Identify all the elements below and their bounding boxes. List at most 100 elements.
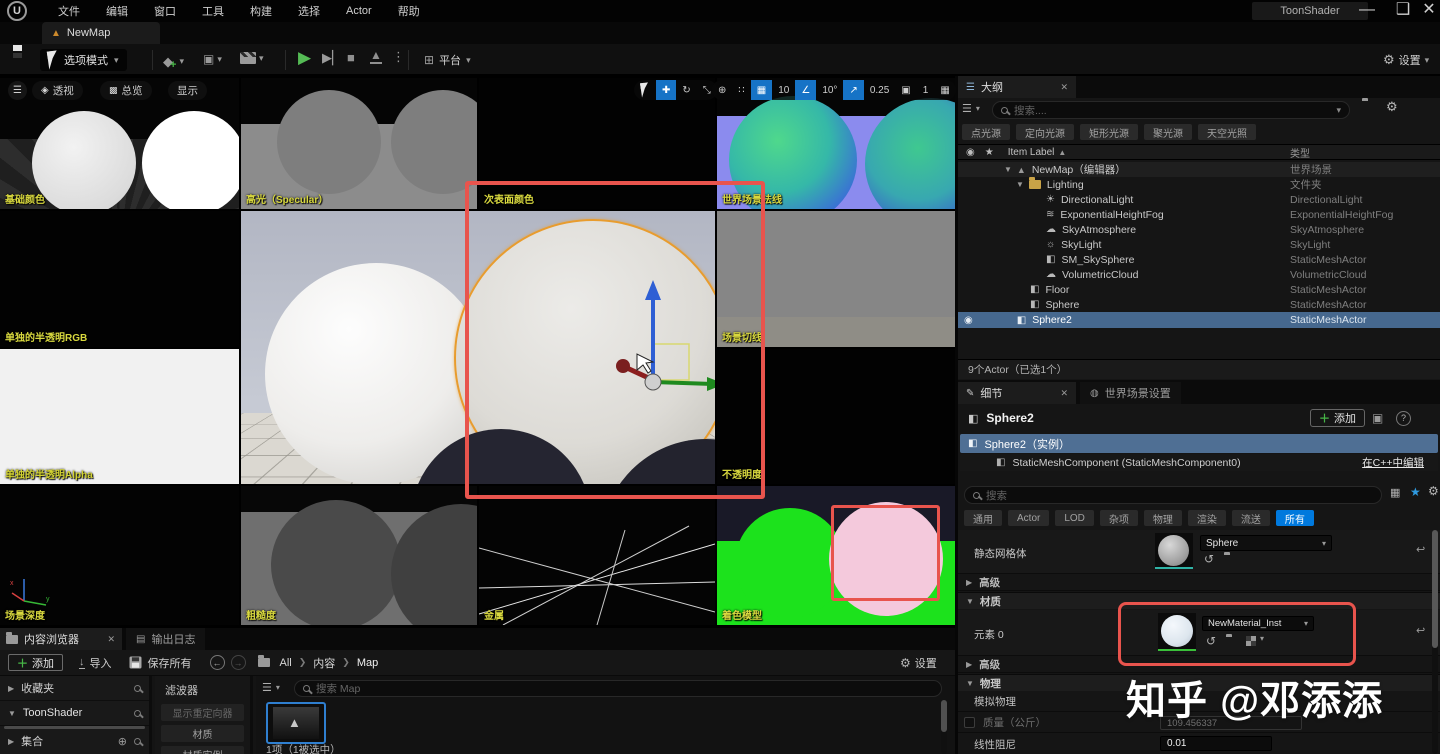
world-local-icon[interactable]: ⊕: [712, 80, 732, 100]
close-icon[interactable]: ✕: [107, 634, 115, 645]
outliner-tab[interactable]: ☰ 大纲 ✕: [958, 76, 1076, 98]
angle-snap-icon[interactable]: ∠: [795, 80, 817, 100]
back-arrow-icon[interactable]: ←: [209, 655, 225, 670]
cat-streaming[interactable]: 流送: [1231, 510, 1270, 526]
menu-actor[interactable]: Actor: [333, 5, 385, 17]
output-log-tab[interactable]: ▤ 输出日志: [126, 628, 206, 650]
menu-help[interactable]: 帮助: [385, 3, 433, 19]
asset-filter-icon[interactable]: ☰ ▾: [262, 681, 280, 694]
scrollbar-thumb[interactable]: [941, 700, 947, 732]
breadcrumb-all[interactable]: All: [280, 657, 292, 669]
filter-chip-material-instance[interactable]: 材质实例: [161, 746, 244, 754]
scrollbar-thumb[interactable]: [1432, 530, 1438, 648]
use-selected-asset-icon[interactable]: ↺: [1204, 552, 1214, 566]
scale-snap-value[interactable]: 0.25: [864, 80, 895, 100]
add-collection-icon[interactable]: ⊕: [118, 735, 127, 748]
advanced-collapsed-1[interactable]: ▶ 高级: [958, 574, 1440, 591]
component-row-staticmesh[interactable]: ◧ StaticMeshComponent (StaticMeshCompone…: [960, 454, 1438, 471]
world-settings-tab[interactable]: ◍ 世界场景设置: [1080, 382, 1181, 404]
tree-row-directionallight[interactable]: ☀ DirectionalLight DirectionalLight: [958, 192, 1440, 207]
project-section[interactable]: ▼ ToonShader: [0, 701, 149, 726]
cat-lod[interactable]: LOD: [1055, 510, 1094, 526]
cat-rendering[interactable]: 渲染: [1187, 510, 1226, 526]
close-button[interactable]: ✕: [1418, 0, 1440, 22]
add-component-button[interactable]: ＋ 添加: [1310, 409, 1365, 427]
grid-snap-value[interactable]: 10: [772, 80, 795, 100]
details-scrollbar[interactable]: [1432, 530, 1438, 754]
tree-row-heightfog[interactable]: ≋ ExponentialHeightFog ExponentialHeight…: [958, 207, 1440, 222]
search-icon[interactable]: [134, 737, 141, 745]
component-row-instance[interactable]: ◧ Sphere2（实例）: [960, 434, 1438, 453]
menu-build[interactable]: 构建: [237, 3, 285, 19]
tree-row-sphere2-selected[interactable]: ◉ ◧ Sphere2 StaticMeshActor: [958, 312, 1440, 328]
show-selector[interactable]: 显示: [168, 81, 207, 100]
search-icon[interactable]: [134, 709, 141, 717]
favorites-star-icon[interactable]: ★: [1410, 485, 1421, 499]
viewport-menu-icon[interactable]: ☰: [8, 81, 27, 100]
buffer-cell-metallic[interactable]: 金属: [479, 486, 715, 625]
angle-snap-value[interactable]: 10°: [816, 80, 843, 100]
breadcrumb-content[interactable]: 内容: [313, 655, 335, 671]
menu-select[interactable]: 选择: [285, 3, 333, 19]
details-gear-icon[interactable]: ⚙: [1428, 484, 1439, 498]
tree-row-lighting[interactable]: ▼ Lighting 文件夹: [958, 177, 1440, 192]
content-browser-tab[interactable]: 内容浏览器 ✕: [0, 628, 122, 650]
cat-physics[interactable]: 物理: [1143, 510, 1182, 526]
edit-cpp-link[interactable]: 在C++中编辑: [1362, 455, 1424, 470]
tree-row-floor[interactable]: ◧ Floor StaticMeshActor: [958, 282, 1440, 297]
expand-arrow-icon[interactable]: ▼: [1004, 165, 1012, 174]
select-tool-icon[interactable]: [634, 80, 656, 100]
menu-edit[interactable]: 编辑: [93, 3, 141, 19]
maximize-viewport-icon[interactable]: ▦: [934, 80, 955, 100]
details-tab[interactable]: ✎ 细节 ✕: [958, 382, 1076, 404]
asset-scrollbar[interactable]: [941, 700, 947, 754]
settings-button[interactable]: ⚙ 设置 ▾: [1383, 52, 1429, 68]
transform-tools[interactable]: ✚ ↻ ⤡: [634, 80, 717, 100]
details-search-input[interactable]: 搜索: [964, 486, 1382, 504]
platforms-button[interactable]: ⊞ 平台 ▾: [424, 52, 471, 68]
menu-file[interactable]: 文件: [45, 3, 93, 19]
search-icon[interactable]: [134, 684, 141, 692]
filter-chip-material[interactable]: 材质: [161, 725, 244, 742]
expand-arrow-icon[interactable]: ▼: [1016, 180, 1024, 189]
column-type[interactable]: 类型: [1290, 145, 1310, 160]
view-overview-selector[interactable]: ▩ 总览: [100, 81, 152, 100]
restore-button[interactable]: ❑: [1388, 0, 1418, 22]
favorites-section[interactable]: ▶ 收藏夹: [0, 676, 149, 701]
close-icon[interactable]: ✕: [1060, 388, 1068, 399]
outliner-filter-icon[interactable]: ☰ ▾: [962, 102, 980, 115]
close-icon[interactable]: ✕: [1060, 82, 1068, 93]
filter-chip-skylight[interactable]: 天空光照: [1198, 124, 1256, 140]
reset-arrow-icon[interactable]: ↩: [1416, 543, 1425, 556]
surface-snap-icon[interactable]: ∷: [732, 80, 750, 100]
static-mesh-thumbnail[interactable]: [1155, 533, 1193, 569]
cat-misc[interactable]: 杂项: [1099, 510, 1138, 526]
menu-window[interactable]: 窗口: [141, 3, 189, 19]
stop-button[interactable]: ■: [347, 50, 355, 65]
move-tool-icon[interactable]: ✚: [656, 80, 677, 100]
static-mesh-dropdown[interactable]: Sphere ▾: [1200, 535, 1332, 551]
asset-search-input[interactable]: 搜索 Map: [294, 680, 942, 697]
kebab-menu-icon[interactable]: ⋮: [392, 49, 405, 65]
tree-row-world[interactable]: ▼ ▲ NewMap（编辑器） 世界场景: [958, 162, 1440, 177]
reset-arrow-icon[interactable]: ↩: [1416, 624, 1425, 637]
snap-toolbar[interactable]: ⊕ ∷ ▦ 10 ∠ 10° ↗ 0.25 ▣ 1 ▦: [712, 80, 956, 100]
tree-row-volumetriccloud[interactable]: ☁ VolumetricCloud VolumetricCloud: [958, 267, 1440, 282]
mode-selector[interactable]: 选项模式 ▾: [40, 49, 127, 71]
unreal-logo-icon[interactable]: U: [7, 1, 27, 21]
cb-add-button[interactable]: ＋ 添加: [8, 654, 63, 671]
grid-snap-icon[interactable]: ▦: [750, 80, 773, 100]
camera-speed-value[interactable]: 1: [917, 80, 935, 100]
buffer-cell-roughness[interactable]: 粗糙度: [241, 486, 477, 625]
breadcrumb-map[interactable]: Map: [357, 657, 378, 669]
cat-general[interactable]: 通用: [964, 510, 1002, 526]
help-icon[interactable]: ?: [1396, 410, 1411, 426]
asset-tile-map-selected[interactable]: ▲: [266, 702, 326, 744]
damping-input[interactable]: 0.01: [1160, 736, 1272, 751]
buffer-cell-specular[interactable]: 高光（Specular）: [241, 78, 477, 209]
filter-chip-redirectors[interactable]: 显示重定向器: [161, 704, 244, 721]
minimize-button[interactable]: —: [1352, 0, 1382, 22]
rotate-tool-icon[interactable]: ↻: [676, 80, 696, 100]
cb-settings-button[interactable]: ⚙ 设置: [900, 655, 937, 671]
outliner-search-input[interactable]: 搜索.... ▾: [992, 101, 1350, 119]
